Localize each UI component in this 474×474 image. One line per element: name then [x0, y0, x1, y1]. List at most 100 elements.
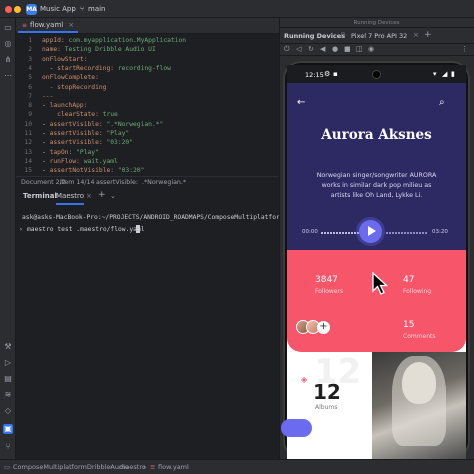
code-line[interactable]: - assertVisible: "03:20" [42, 139, 277, 146]
add-comment-button[interactable]: + [317, 321, 330, 334]
terminal-title[interactable]: Terminal [23, 192, 57, 200]
rotate-icon[interactable]: ↻ [308, 45, 314, 53]
tab-flow-yaml[interactable]: ≡ flow.yaml × [18, 19, 79, 33]
close-tab-icon[interactable]: × [413, 31, 419, 39]
terminal-tab-bar: Terminal Maestro × + ⌄ [16, 188, 279, 205]
screenshot-icon[interactable]: ◫ [356, 45, 363, 53]
line-number: 8 [28, 102, 32, 110]
device-tab[interactable]: Pixel 7 Pro API 32 [351, 32, 407, 40]
branch-icon: ⑂ [80, 5, 85, 13]
tab-maestro[interactable]: Maestro [56, 192, 85, 205]
code-line[interactable]: - stopRecording [42, 84, 277, 91]
camera-punch-hole [372, 70, 381, 79]
comments-label: Comments [403, 333, 436, 340]
code-line[interactable]: - launchApp: [42, 102, 277, 109]
overview-icon[interactable]: ■ [344, 45, 351, 53]
commit-icon[interactable]: ◎ [3, 39, 13, 49]
layers-icon[interactable]: ≋ [3, 390, 13, 400]
code-line[interactable]: - startRecording: recording-flow [42, 65, 277, 72]
problems-icon[interactable]: ◇ [3, 406, 13, 416]
artist-name: Aurora Aksnes [321, 127, 432, 143]
android-status-bar: 12:15 ⚙ ▪ ▾ ◢ ▮ [287, 65, 466, 83]
line-number: 3 [28, 55, 32, 63]
code-line[interactable]: onFlowStart: [42, 56, 277, 63]
more-icon[interactable]: ⋯ [3, 71, 13, 81]
followers-label: Followers [315, 288, 344, 295]
close-tab-icon[interactable]: × [68, 21, 74, 29]
crumb-file[interactable]: flow.yaml [158, 463, 189, 471]
code-line[interactable]: clearState: true [42, 111, 277, 118]
breadcrumb: Document 2/2 Item 14/14 assertVisible: .… [16, 176, 279, 188]
close-tab-icon[interactable]: × [86, 192, 92, 200]
code-line[interactable]: name: Testing Dribble Audio UI [42, 46, 277, 53]
chevron-down-icon[interactable]: ⌄ [110, 192, 116, 200]
record-icon[interactable]: ◉ [368, 45, 374, 53]
code-line[interactable]: - tapOn: "Play" [42, 149, 277, 156]
emulator-toolbar: ⏻ ◁ ↻ ◀ ● ■ ◫ ◉ ⋮ [279, 44, 474, 56]
power-icon[interactable]: ⏻ [284, 45, 290, 54]
line-number: 11 [24, 130, 32, 137]
terminal-icon[interactable]: ▣ [3, 424, 13, 434]
terminal-path-line: ask@asks-MacBook-Pro:~/PROJECTS/ANDROID_… [22, 214, 279, 221]
signal-icon: ◢ [442, 70, 448, 78]
phone-icon: ▯ [341, 31, 345, 39]
back-arrow-icon[interactable]: ← [297, 97, 305, 108]
add-tab-icon[interactable]: + [98, 190, 106, 200]
branch-name[interactable]: main [88, 5, 106, 13]
minimize-window-button[interactable] [14, 6, 21, 13]
following-label: Following [403, 288, 432, 295]
yaml-file-icon: ≡ [22, 21, 28, 29]
crumb-item[interactable]: Item 14/14 [60, 179, 94, 186]
module-icon: ▭ [4, 463, 11, 471]
volume-up-icon[interactable]: ◁ [296, 45, 301, 53]
code-line[interactable]: - assertVisible: "Play" [42, 130, 277, 137]
code-line[interactable]: appId: com.myapplication.MyApplication [42, 37, 277, 44]
code-line[interactable]: - assertNotVisible: "03:20" [42, 167, 277, 174]
navigation-bar: ▭ ComposeMultiplatformDribbleAudio › .ma… [0, 459, 474, 474]
tab-label: flow.yaml [30, 21, 64, 29]
crumb-folder[interactable]: .maestro [117, 463, 146, 471]
line-number: 9 [28, 111, 32, 119]
code-line[interactable]: onFlowComplete: [42, 74, 277, 81]
stats-card: 3847 Followers 47 Following + 15 Comment… [287, 250, 466, 352]
following-count: 47 [403, 275, 415, 285]
chevron-right-icon: › [110, 463, 113, 471]
line-number: 10 [24, 120, 32, 128]
crumb-key[interactable]: assertVisible: [96, 179, 138, 186]
close-window-button[interactable] [5, 6, 12, 13]
progress-played[interactable] [321, 232, 359, 234]
code-line[interactable]: - runFlow: wait.yaml [42, 158, 277, 165]
albums-card[interactable]: 12 ◈ 12 Albums [281, 352, 372, 459]
home-icon[interactable]: ● [332, 45, 338, 53]
code-line[interactable]: - assertVisible: ".*Norwegian.*" [42, 121, 277, 128]
structure-icon[interactable]: ⋔ [3, 55, 13, 65]
line-number: 5 [28, 74, 32, 82]
play-button[interactable] [359, 220, 382, 243]
devices-window-header: Running Devices [279, 18, 474, 28]
progress-remaining[interactable] [386, 232, 428, 234]
chevron-down-icon: ⌄ [71, 5, 77, 13]
run-icon[interactable]: ▷ [3, 358, 13, 368]
add-device-icon[interactable]: + [424, 30, 432, 40]
chevron-right-icon: › [143, 463, 146, 471]
line-number: 12 [24, 139, 32, 147]
followers-count: 3847 [315, 275, 338, 285]
build-icon[interactable]: ⚒ [3, 342, 13, 352]
back-icon[interactable]: ◀ [320, 45, 325, 53]
terminal-command[interactable]: maestro test .maestro/flow.yaml [27, 226, 145, 233]
time-total: 03:20 [432, 229, 448, 235]
wifi-icon: ▾ [433, 70, 437, 78]
line-number: 14 [24, 157, 32, 165]
mouse-cursor-icon [372, 272, 388, 295]
devices-tab-bar: Running Devices ▯ Pixel 7 Pro API 32 × + [279, 28, 474, 44]
code-line[interactable]: --- [42, 93, 277, 100]
more-icon[interactable]: ⋮ [461, 45, 468, 53]
crumb-value[interactable]: .*Norwegian.* [142, 179, 186, 186]
git-icon[interactable]: ⑂ [3, 442, 13, 452]
logcat-icon[interactable]: ▤ [3, 374, 13, 384]
folder-icon[interactable]: ▭ [3, 23, 13, 33]
title-bar: MA Music App ⌄ ⑂ main [0, 0, 474, 18]
search-icon[interactable]: ⌕ [439, 97, 445, 108]
fab-button[interactable] [281, 419, 312, 437]
comments-count: 15 [403, 320, 415, 330]
